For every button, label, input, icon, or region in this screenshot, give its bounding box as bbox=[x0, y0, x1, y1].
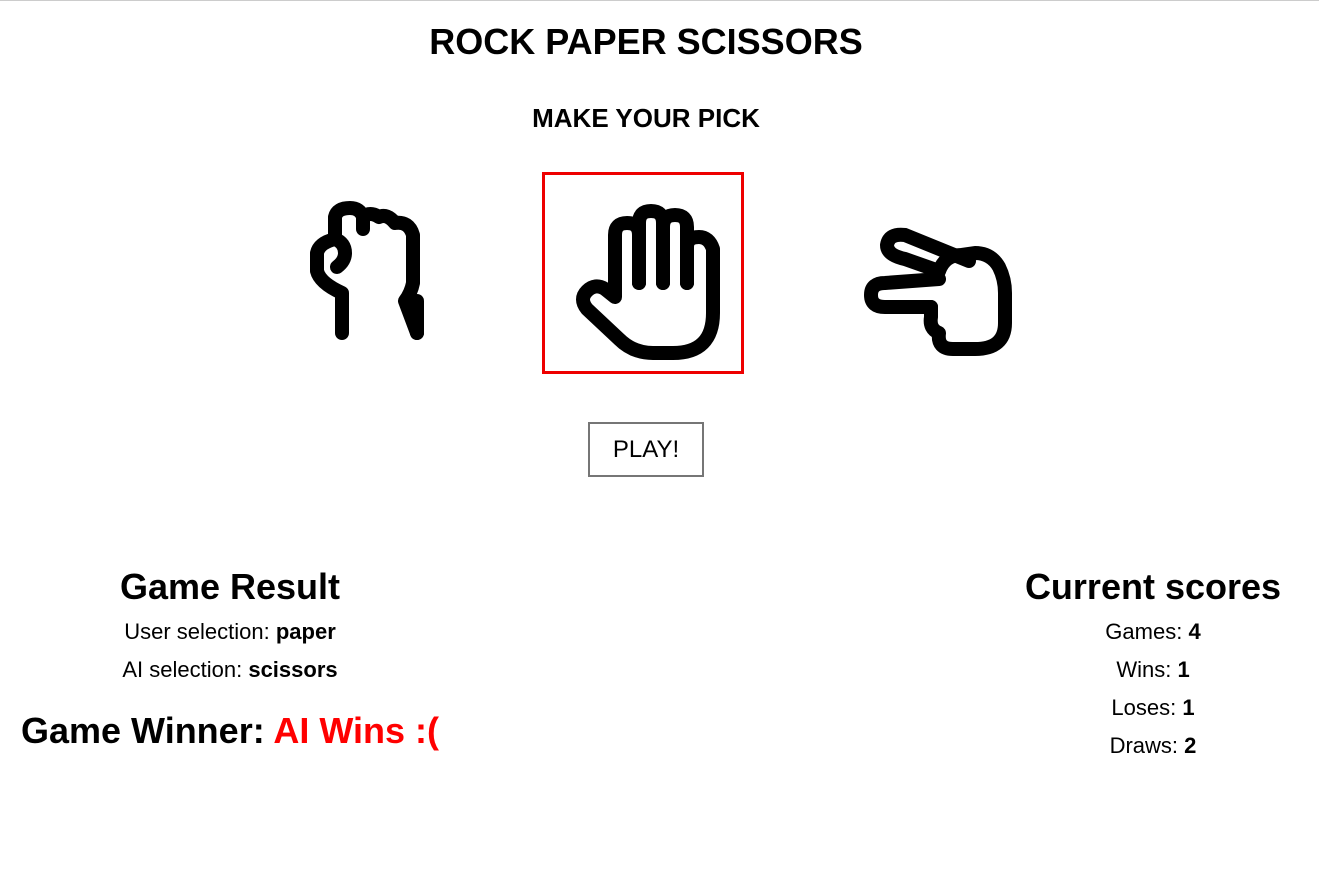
score-games: Games: 4 bbox=[1000, 613, 1306, 651]
rock-fist-icon bbox=[310, 201, 424, 340]
choice-rock[interactable] bbox=[264, 172, 466, 374]
game-result-heading: Game Result bbox=[119, 566, 341, 607]
ai-selection: AI selection: scissors bbox=[0, 651, 460, 689]
score-loses-label: Loses: bbox=[1111, 695, 1183, 720]
score-loses-value: 1 bbox=[1182, 695, 1195, 720]
score-draws-value: 2 bbox=[1184, 733, 1197, 758]
game-winner: Game Winner: AI Wins :( bbox=[0, 707, 460, 755]
pick-prompt: MAKE YOUR PICK bbox=[532, 103, 760, 133]
score-draws: Draws: 2 bbox=[1000, 727, 1306, 765]
page-title: ROCK PAPER SCISSORS bbox=[429, 21, 863, 62]
game-winner-value: AI Wins :( bbox=[273, 710, 440, 751]
score-wins-value: 1 bbox=[1177, 657, 1190, 682]
user-selection-label: User selection: bbox=[124, 619, 276, 644]
score-loses: Loses: 1 bbox=[1000, 689, 1306, 727]
user-selection-value: paper bbox=[275, 619, 336, 644]
play-button[interactable]: PLAY! bbox=[588, 422, 704, 477]
score-games-label: Games: bbox=[1105, 619, 1189, 644]
ai-selection-value: scissors bbox=[248, 657, 338, 682]
scores-panel: Current scores Games: 4 Wins: 1 Loses: 1… bbox=[1000, 563, 1306, 765]
score-wins: Wins: 1 bbox=[1000, 651, 1306, 689]
ai-selection-label: AI selection: bbox=[122, 657, 249, 682]
scores-heading: Current scores bbox=[1024, 566, 1282, 607]
paper-hand-icon bbox=[576, 204, 720, 360]
game-result-panel: Game Result User selection: paper AI sel… bbox=[0, 563, 460, 755]
scissors-hand-icon bbox=[864, 227, 1012, 356]
choice-scissors[interactable] bbox=[834, 172, 1036, 374]
game-winner-label: Game Winner: bbox=[20, 710, 274, 751]
score-wins-label: Wins: bbox=[1116, 657, 1178, 682]
page: ROCK PAPER SCISSORS MAKE YOUR PICK PLAY!… bbox=[0, 0, 1319, 878]
score-draws-label: Draws: bbox=[1109, 733, 1185, 758]
choice-paper[interactable] bbox=[542, 172, 744, 374]
user-selection: User selection: paper bbox=[0, 613, 460, 651]
score-games-value: 4 bbox=[1188, 619, 1201, 644]
